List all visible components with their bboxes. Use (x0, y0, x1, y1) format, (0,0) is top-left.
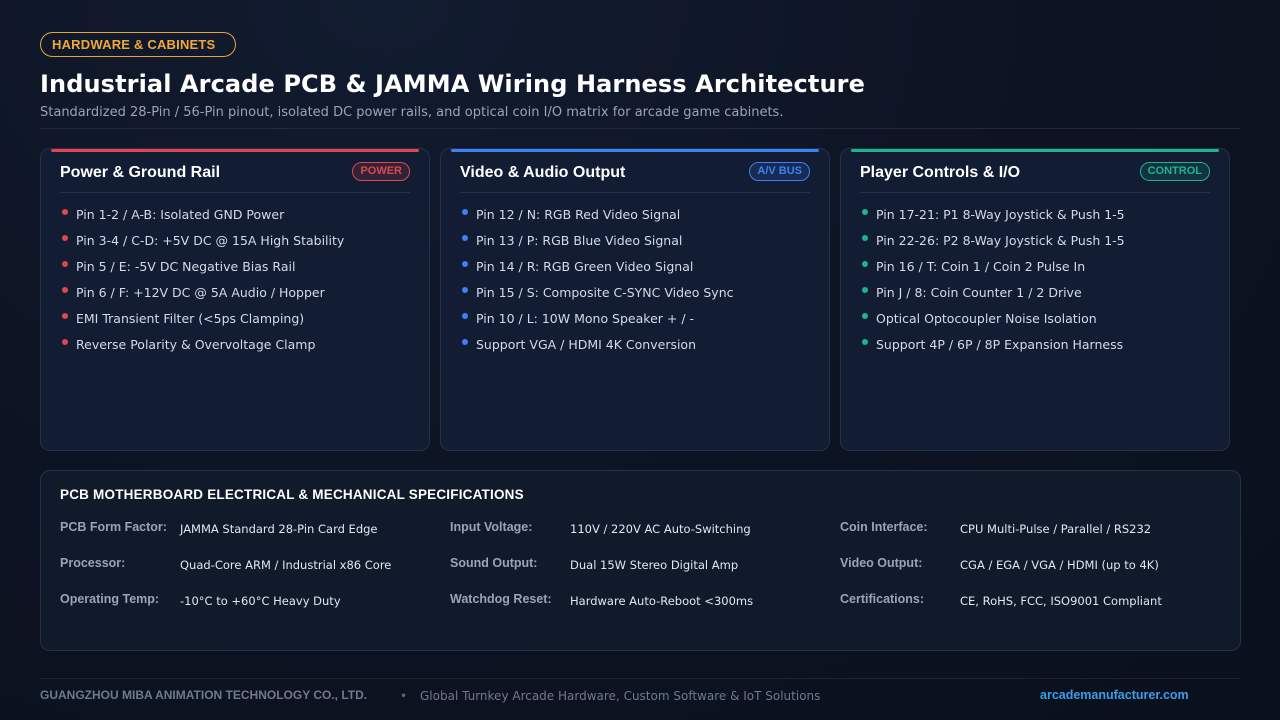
page-title: Industrial Arcade PCB & JAMMA Wiring Har… (40, 70, 865, 98)
spec-value: JAMMA Standard 28-Pin Card Edge (180, 522, 378, 536)
card-tag: CONTROL (1139, 162, 1210, 181)
bullet-dot (862, 339, 868, 345)
spec-label: Watchdog Reset: (450, 592, 552, 606)
spec-value: CGA / EGA / VGA / HDMI (up to 4K) (960, 558, 1159, 572)
bullet-dot (62, 261, 68, 267)
list-item: Optical Optocoupler Noise Isolation (860, 310, 1125, 336)
spec-label: Video Output: (840, 556, 923, 570)
bullet-dot (62, 339, 68, 345)
spec-value: CE, RoHS, FCC, ISO9001 Compliant (960, 594, 1162, 608)
list-item: Pin 1-2 / A-B: Isolated GND Power (60, 206, 344, 232)
card-title: Power & Ground Rail (60, 164, 221, 181)
list-item: Pin 12 / N: RGB Red Video Signal (460, 206, 733, 232)
spec-label: Operating Temp: (60, 592, 160, 606)
page-subtitle: Standardized 28-Pin / 56-Pin pinout, iso… (40, 105, 784, 120)
spec-title: PCB MOTHERBOARD ELECTRICAL & MECHANICAL … (60, 487, 524, 502)
card-tag: POWER (352, 162, 410, 181)
spec-value: CPU Multi-Pulse / Parallel / RS232 (960, 522, 1152, 536)
card-divider (460, 192, 810, 193)
bullet-dot (862, 313, 868, 319)
list-item: Reverse Polarity & Overvoltage Clamp (60, 336, 344, 362)
card-accent-bar (851, 149, 1219, 152)
card-list: Pin 1-2 / A-B: Isolated GND Power Pin 3-… (60, 206, 344, 362)
card-tag: A/V BUS (749, 162, 810, 181)
footer-tagline: Global Turnkey Arcade Hardware, Custom S… (420, 689, 821, 703)
bullet-dot (462, 287, 468, 293)
bullet-dot (462, 209, 468, 215)
bullet-dot (462, 261, 468, 267)
list-item: Support VGA / HDMI 4K Conversion (460, 336, 733, 362)
card-divider (60, 192, 410, 193)
list-item: Pin 17-21: P1 8-Way Joystick & Push 1-5 (860, 206, 1125, 232)
list-item: Pin 22-26: P2 8-Way Joystick & Push 1-5 (860, 232, 1125, 258)
card-list: Pin 12 / N: RGB Red Video Signal Pin 13 … (460, 206, 733, 362)
list-item: Pin 15 / S: Composite C-SYNC Video Sync (460, 284, 733, 310)
spec-label: PCB Form Factor: (60, 520, 167, 534)
spec-value: Hardware Auto-Reboot <300ms (570, 594, 754, 608)
spec-label: Input Voltage: (450, 520, 533, 534)
list-item: Pin 13 / P: RGB Blue Video Signal (460, 232, 733, 258)
list-item: Pin 6 / F: +12V DC @ 5A Audio / Hopper (60, 284, 344, 310)
bullet-dot (462, 235, 468, 241)
header-divider (40, 128, 1240, 129)
footer-website-link[interactable]: arcademanufacturer.com (1040, 688, 1189, 702)
list-item: Pin 16 / T: Coin 1 / Coin 2 Pulse In (860, 258, 1125, 284)
bullet-dot (62, 209, 68, 215)
bullet-dot (462, 313, 468, 319)
footer-company: GUANGZHOU MIBA ANIMATION TECHNOLOGY CO.,… (40, 688, 368, 702)
card-divider (860, 192, 1210, 193)
spec-value: 110V / 220V AC Auto-Switching (570, 522, 751, 536)
list-item: EMI Transient Filter (<5ps Clamping) (60, 310, 344, 336)
bullet-dot (62, 313, 68, 319)
spec-value: Dual 15W Stereo Digital Amp (570, 558, 739, 572)
list-item: Pin 5 / E: -5V DC Negative Bias Rail (60, 258, 344, 284)
card-power-ground: Power & Ground Rail POWER Pin 1-2 / A-B:… (40, 148, 430, 451)
card-player-controls: Player Controls & I/O CONTROL Pin 17-21:… (840, 148, 1230, 451)
bullet-dot (62, 235, 68, 241)
footer-divider (40, 678, 1240, 679)
list-item: Support 4P / 6P / 8P Expansion Harness (860, 336, 1125, 362)
spec-value: -10°C to +60°C Heavy Duty (180, 594, 341, 608)
bullet-dot (862, 209, 868, 215)
bullet-dot (462, 339, 468, 345)
spec-panel: PCB MOTHERBOARD ELECTRICAL & MECHANICAL … (40, 470, 1241, 651)
card-video-audio: Video & Audio Output A/V BUS Pin 12 / N:… (440, 148, 830, 451)
bullet-dot (62, 287, 68, 293)
bullet-dot (862, 235, 868, 241)
card-list: Pin 17-21: P1 8-Way Joystick & Push 1-5 … (860, 206, 1125, 362)
spec-label: Sound Output: (450, 556, 538, 570)
list-item: Pin 10 / L: 10W Mono Speaker + / - (460, 310, 733, 336)
spec-label: Processor: (60, 556, 126, 570)
card-title: Player Controls & I/O (860, 164, 1021, 181)
bullet-dot (862, 287, 868, 293)
category-badge: HARDWARE & CABINETS (40, 32, 236, 57)
card-accent-bar (451, 149, 819, 152)
list-item: Pin 3-4 / C-D: +5V DC @ 15A High Stabili… (60, 232, 344, 258)
list-item: Pin J / 8: Coin Counter 1 / 2 Drive (860, 284, 1125, 310)
spec-label: Certifications: (840, 592, 925, 606)
card-accent-bar (51, 149, 419, 152)
spec-label: Coin Interface: (840, 520, 928, 534)
spec-value: Quad-Core ARM / Industrial x86 Core (180, 558, 392, 572)
bullet-dot (862, 261, 868, 267)
card-title: Video & Audio Output (460, 164, 626, 181)
footer-separator: • (400, 689, 408, 703)
list-item: Pin 14 / R: RGB Green Video Signal (460, 258, 733, 284)
